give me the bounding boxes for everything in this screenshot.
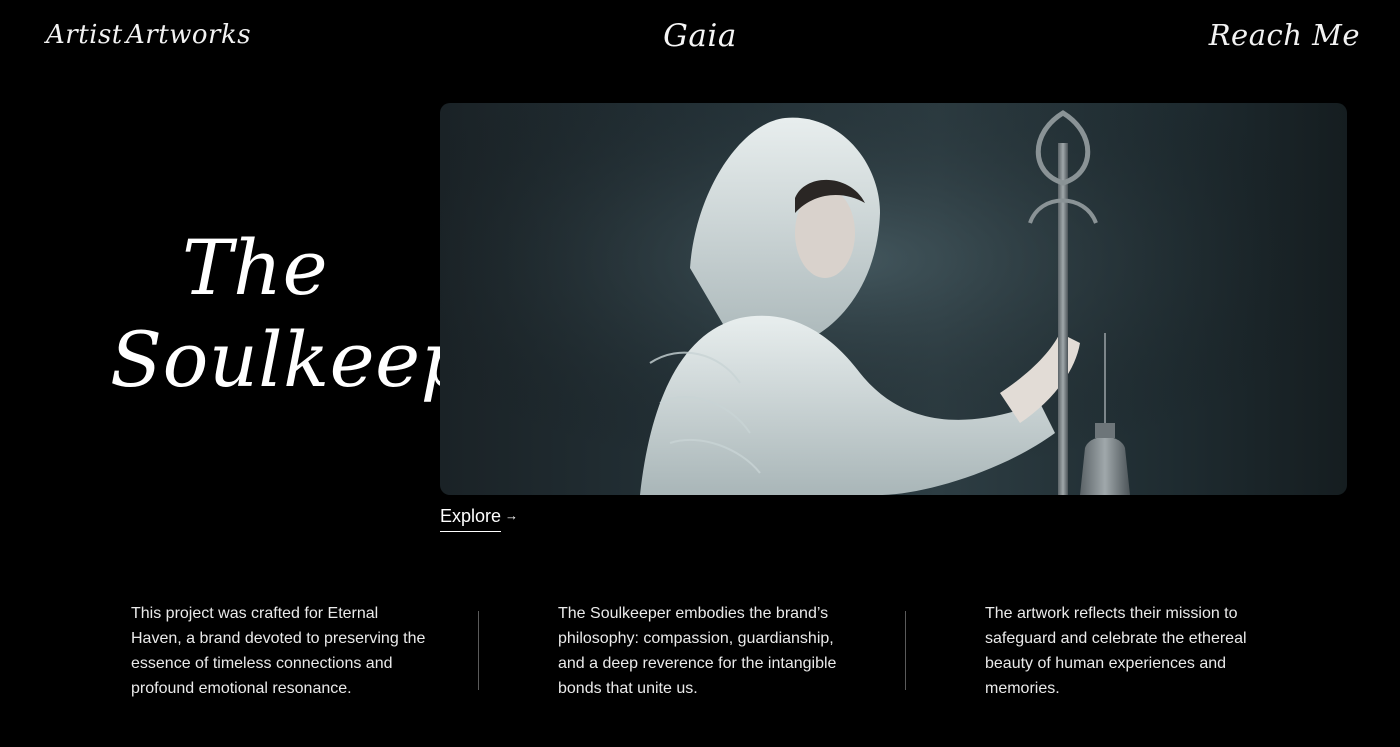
explore-label: Explore [440, 506, 502, 532]
description-paragraph-2: The Soulkeeper embodies the brand’s phil… [558, 605, 837, 697]
brand-logo[interactable]: Gaia [0, 18, 1400, 54]
description-paragraph-3: The artwork reflects their mission to sa… [985, 605, 1247, 697]
divider-line [478, 611, 479, 690]
explore-link[interactable]: Explore → [440, 506, 518, 532]
hero-title-line-2: Soulkeeper [110, 315, 553, 404]
hero-artwork-image [440, 103, 1347, 495]
description-paragraph-1: This project was crafted for Eternal Hav… [131, 605, 426, 697]
nav-reach-me-link[interactable]: Reach Me [1209, 18, 1360, 52]
divider-line [905, 611, 906, 690]
arrow-right-icon: → [505, 507, 519, 523]
hero-title: The Soulkeeper [110, 222, 553, 406]
page: Artist Artworks Gaia Reach Me The Soulke… [0, 0, 1400, 747]
hero-title-line-1: The [181, 223, 329, 312]
